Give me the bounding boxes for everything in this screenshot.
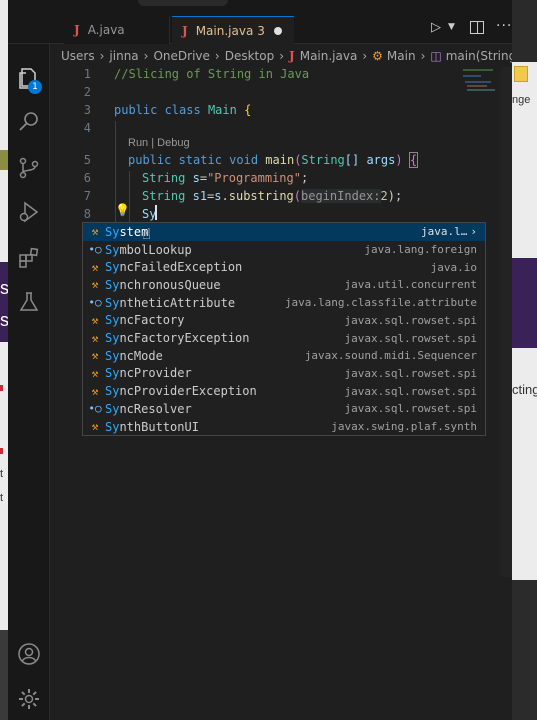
suggestion-item[interactable]: •○ SymbolLookup java.lang.foreign [83,241,485,259]
interface-icon: •○ [88,243,102,257]
java-file-icon: J [182,23,188,38]
more-actions-icon[interactable]: ··· [496,18,512,34]
class-icon: ⚒ [91,384,99,398]
line-number: 4 [83,121,91,135]
editor-tab-bar: J A.java J Main.java 3 ▷ ▼ ··· [8,0,512,44]
background-mark [0,448,3,454]
gear-icon[interactable] [17,687,41,711]
suggestion-item[interactable]: ⚒ SyncProviderException javax.sql.rowset… [83,382,485,400]
interface-icon: •○ [88,296,102,310]
vertical-scrollbar[interactable] [501,67,512,577]
testing-flask-icon[interactable] [17,290,41,314]
suggestion-detail: java.l… › [421,225,477,239]
suggestion-item[interactable]: ⚒ SynthButtonUI javax.swing.plaf.synth [83,418,485,435]
class-icon: ⚒ [91,313,99,327]
lightbulb-icon[interactable]: 💡 [115,203,130,217]
autocomplete-suggest-widget: ⚒ System java.l… › •○ SymbolLookup java.l… [82,222,486,436]
extensions-icon[interactable] [17,246,41,270]
code-line-1: //Slicing of String in Java [114,67,310,81]
background-mark [0,385,3,391]
background-desktop-right: nge cting [512,0,537,720]
folder-icon [514,66,528,82]
background-desktop-left: s s t t [0,0,8,720]
account-icon[interactable] [17,642,41,666]
code-line-7: String s1=s.substring(beginIndex:2); [142,189,403,203]
suggestion-item[interactable]: ⚒ SynchronousQueue java.util.concurrent [83,276,485,294]
tab-label: Main.java [195,23,254,38]
tab-a-java[interactable]: J A.java [64,16,170,44]
suggestion-item[interactable]: ⚒ SyncFailedException java.io [83,258,485,276]
line-number: 2 [83,85,91,99]
search-icon[interactable] [17,110,41,134]
breadcrumb-item[interactable]: Users [61,49,95,63]
class-icon: ⚙ [372,49,383,63]
mouse-pointer-icon: ☝ [142,225,152,243]
suggestion-item[interactable]: •○ SyntheticAttribute java.lang.classfil… [83,294,485,312]
breadcrumb-class[interactable]: Main [387,49,416,63]
class-icon: ⚒ [91,349,99,363]
suggestion-item[interactable]: ⚒ SyncFactory javax.sql.rowset.spi [83,312,485,330]
breadcrumb-item[interactable]: jinna [109,49,138,63]
code-line-5: public static void main(String[] args) { [128,152,419,168]
line-number: 3 [83,103,91,117]
run-icon[interactable]: ▷ [431,20,447,38]
background-text: t [0,492,4,504]
class-icon: ⚒ [91,366,99,380]
code-line-6: String s="Programming"; [142,171,309,185]
explorer-badge: 1 [28,80,42,94]
code-line-3: public class Main { [114,103,252,117]
class-icon: ⚒ [91,420,99,434]
unsaved-dot-icon[interactable] [273,26,282,35]
run-and-debug-icon[interactable] [17,200,41,224]
background-band [0,630,8,720]
chevron-down-icon[interactable]: ▼ [448,22,455,32]
codelens-run-debug[interactable]: Run | Debug [128,137,190,149]
class-icon: ⚒ [91,278,99,292]
problem-count-badge: 3 [257,23,265,38]
chevron-right-icon: › [470,225,477,239]
line-number: 5 [83,153,91,167]
java-file-icon: J [289,49,295,63]
activity-bar: 1 [8,44,50,720]
tab-main-java[interactable]: J Main.java 3 [172,16,294,44]
breadcrumb-method[interactable]: main(String[]) [446,49,512,63]
minimap[interactable] [461,67,501,127]
source-control-icon[interactable] [17,156,41,180]
suggestion-item[interactable]: •○ SyncResolver javax.sql.rowset.spi [83,400,485,418]
breadcrumb-item[interactable]: Desktop [225,49,275,63]
breadcrumb-item[interactable]: OneDrive [153,49,209,63]
suggestion-item[interactable]: ⚒ SyncMode javax.sound.midi.Sequencer [83,347,485,365]
class-icon: ⚒ [91,260,99,274]
parameter-inlay-hint: beginIndex: [301,189,381,203]
java-file-icon: J [74,23,80,37]
text-cursor [155,205,157,220]
background-band [512,0,537,62]
background-text: s [0,278,8,298]
line-number: 1 [83,67,91,81]
breadcrumb: Users › jinna › OneDrive › Desktop › J Main.… [51,45,512,67]
command-center[interactable] [138,0,228,6]
background-text: cting [512,382,537,397]
background-text: t [0,468,4,480]
class-icon: ⚒ [91,331,99,345]
background-text: nge [512,94,531,106]
line-number: 6 [83,171,91,185]
suggestion-item[interactable]: ⚒ SyncFactoryException javax.sql.rowset.… [83,329,485,347]
interface-icon: •○ [88,402,102,416]
method-icon: ◫ [430,49,442,63]
line-number: 8 [83,207,91,221]
line-number: 7 [83,189,91,203]
background-band [512,580,537,720]
breadcrumb-file[interactable]: Main.java [300,49,358,63]
suggestion-item[interactable]: ⚒ SyncProvider javax.sql.rowset.spi [83,365,485,383]
background-band [0,150,8,170]
background-text: s [0,310,8,330]
tab-label: A.java [87,23,125,37]
background-band [512,258,537,348]
split-editor-icon[interactable] [470,21,484,34]
class-icon: ⚒ [91,225,99,239]
